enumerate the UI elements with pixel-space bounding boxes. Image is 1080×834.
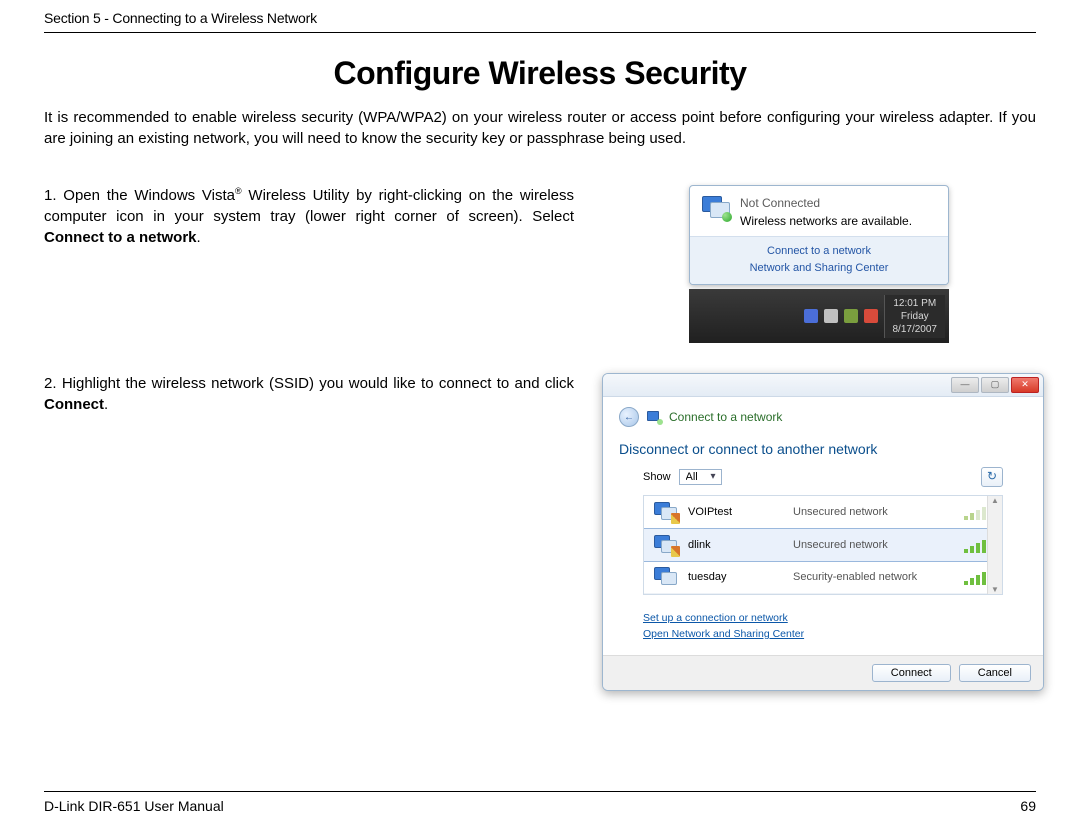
refresh-button[interactable]: ↻ bbox=[981, 467, 1003, 487]
window-network-icon bbox=[647, 411, 661, 423]
show-dropdown[interactable]: All bbox=[679, 469, 722, 485]
footer-manual: D-Link DIR-651 User Manual bbox=[44, 798, 224, 814]
section-header: Section 5 - Connecting to a Wireless Net… bbox=[44, 10, 1036, 33]
step-1-number: 1. bbox=[44, 187, 57, 204]
network-type: Unsecured network bbox=[793, 539, 954, 551]
clock-date: 8/17/2007 bbox=[893, 323, 938, 336]
step-2-number: 2. bbox=[44, 375, 57, 392]
step-1-text: 1. Open the Windows Vista® Wireless Util… bbox=[44, 185, 574, 248]
network-item-icon bbox=[654, 502, 678, 522]
tray-alert-icon[interactable] bbox=[864, 309, 878, 323]
network-list: VOIPtest Unsecured network dlink Unsecured … bbox=[643, 495, 1003, 595]
tray-safely-remove-icon[interactable] bbox=[844, 309, 858, 323]
connect-to-network-link[interactable]: Connect to a network bbox=[694, 243, 944, 260]
registered-mark-icon: ® bbox=[235, 186, 242, 196]
setup-connection-link[interactable]: Set up a connection or network bbox=[643, 612, 788, 624]
network-icon bbox=[702, 196, 730, 220]
figure-1: Not Connected Wireless networks are avai… bbox=[602, 185, 1036, 343]
network-name: VOIPtest bbox=[688, 506, 783, 518]
scrollbar[interactable]: ▲▼ bbox=[987, 496, 1002, 594]
open-sharing-center-link[interactable]: Open Network and Sharing Center bbox=[643, 628, 804, 640]
step-1-part-c: . bbox=[197, 229, 201, 246]
step-1-bold: Connect to a network bbox=[44, 229, 197, 246]
step-2: 2. Highlight the wireless network (SSID)… bbox=[44, 373, 1036, 691]
tray-network-icon[interactable] bbox=[804, 309, 818, 323]
step-1: 1. Open the Windows Vista® Wireless Util… bbox=[44, 185, 1036, 343]
figure-2: — ▢ ✕ ← Connect to a network Disconnect … bbox=[602, 373, 1044, 691]
window-title-text: Connect to a network bbox=[669, 410, 782, 424]
footer-page-number: 69 bbox=[1020, 798, 1036, 814]
show-label: Show bbox=[643, 471, 671, 483]
network-sharing-center-link[interactable]: Network and Sharing Center bbox=[694, 260, 944, 277]
network-item[interactable]: tuesday Security-enabled network bbox=[644, 561, 1002, 594]
maximize-button[interactable]: ▢ bbox=[981, 377, 1009, 393]
intro-paragraph: It is recommended to enable wireless sec… bbox=[44, 107, 1036, 149]
tray-balloon: Not Connected Wireless networks are avai… bbox=[689, 185, 949, 285]
balloon-status: Not Connected bbox=[740, 196, 912, 210]
network-item-icon bbox=[654, 567, 678, 587]
cancel-button[interactable]: Cancel bbox=[959, 664, 1031, 682]
clock-time: 12:01 PM bbox=[893, 297, 938, 310]
close-button[interactable]: ✕ bbox=[1011, 377, 1039, 393]
step-2-part-a: Highlight the wireless network (SSID) yo… bbox=[62, 375, 574, 392]
network-type: Security-enabled network bbox=[793, 571, 954, 583]
taskbar-clock[interactable]: 12:01 PM Friday 8/17/2007 bbox=[884, 295, 946, 338]
network-name: tuesday bbox=[688, 571, 783, 583]
back-button[interactable]: ← bbox=[619, 407, 639, 427]
tray-volume-icon[interactable] bbox=[824, 309, 838, 323]
network-item[interactable]: VOIPtest Unsecured network bbox=[644, 496, 1002, 529]
connect-window: — ▢ ✕ ← Connect to a network Disconnect … bbox=[602, 373, 1044, 691]
network-type: Unsecured network bbox=[793, 506, 954, 518]
system-tray bbox=[804, 309, 878, 323]
network-name: dlink bbox=[688, 539, 783, 551]
network-item-icon bbox=[654, 535, 678, 555]
step-1-part-a: Open the Windows Vista bbox=[63, 187, 235, 204]
connect-button[interactable]: Connect bbox=[872, 664, 951, 682]
balloon-message: Wireless networks are available. bbox=[740, 214, 912, 228]
minimize-button[interactable]: — bbox=[951, 377, 979, 393]
clock-day: Friday bbox=[893, 310, 938, 323]
page-footer: D-Link DIR-651 User Manual 69 bbox=[44, 791, 1036, 814]
step-2-bold: Connect bbox=[44, 396, 104, 413]
step-2-part-b: . bbox=[104, 396, 108, 413]
network-item[interactable]: dlink Unsecured network bbox=[643, 528, 1003, 562]
page-title: Configure Wireless Security bbox=[44, 55, 1036, 92]
step-2-text: 2. Highlight the wireless network (SSID)… bbox=[44, 373, 574, 415]
taskbar: 12:01 PM Friday 8/17/2007 bbox=[689, 289, 949, 343]
window-titlebar: — ▢ ✕ bbox=[603, 374, 1043, 397]
window-heading: Disconnect or connect to another network bbox=[619, 441, 1027, 457]
